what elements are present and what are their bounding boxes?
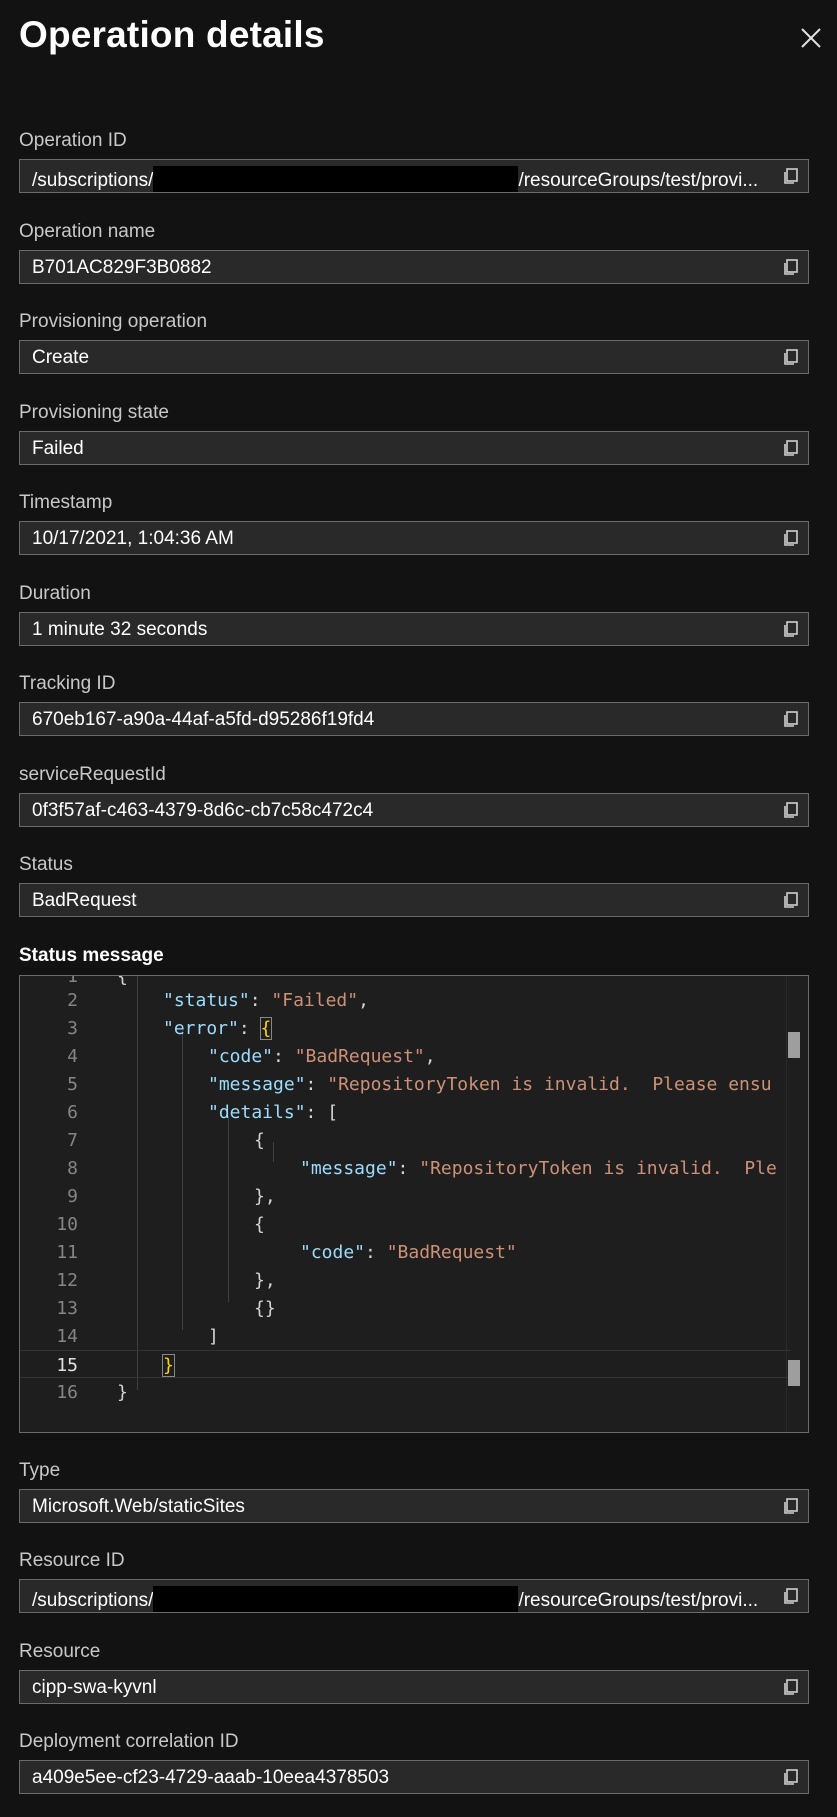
copy-icon[interactable] [781,1677,801,1697]
code-line: 2 "status": "Failed", [67,990,369,1011]
provisioning-state-field[interactable]: Failed [19,431,809,465]
duration-field[interactable]: 1 minute 32 seconds [19,612,809,646]
status-label: Status [19,854,73,875]
type-value: Microsoft.Web/staticSites [32,1496,245,1517]
copy-icon[interactable] [781,619,801,639]
operation-id-label: Operation ID [19,130,127,151]
status-message-editor[interactable]: 1 { 2 "status": "Failed", 3 "error": { 4… [19,975,809,1433]
copy-icon[interactable] [781,347,801,367]
page-title: Operation details [19,14,325,55]
status-field[interactable]: BadRequest [19,883,809,917]
cursor-position-marker [788,1360,800,1386]
copy-icon[interactable] [781,709,801,729]
code-line: 8 "message": "RepositoryToken is invalid… [67,1158,777,1179]
timestamp-value: 10/17/2021, 1:04:36 AM [32,528,234,549]
tracking-id-label: Tracking ID [19,673,116,694]
tracking-id-field[interactable]: 670eb167-a90a-44af-a5fd-d95286f19fd4 [19,702,809,736]
close-icon[interactable] [797,24,825,52]
service-request-id-value: 0f3f57af-c463-4379-8d6c-cb7c58c472c4 [32,800,374,821]
code-line: 4 "code": "BadRequest", [67,1046,436,1067]
tracking-id-value: 670eb167-a90a-44af-a5fd-d95286f19fd4 [32,709,375,730]
redacted-block [153,166,519,192]
operation-name-value: B701AC829F3B0882 [32,257,212,278]
copy-icon[interactable] [781,166,801,186]
service-request-id-label: serviceRequestId [19,764,166,785]
operation-name-label: Operation name [19,221,156,242]
timestamp-label: Timestamp [19,492,113,513]
duration-value: 1 minute 32 seconds [32,619,208,640]
code-line: 14 ] [56,1326,219,1347]
code-line: 10 { [56,1214,265,1235]
provisioning-operation-value: Create [32,347,90,368]
type-field[interactable]: Microsoft.Web/staticSites [19,1489,809,1523]
service-request-id-field[interactable]: 0f3f57af-c463-4379-8d6c-cb7c58c472c4 [19,793,809,827]
resource-id-value: /subscriptions//resourceGroups/test/prov… [32,1586,758,1612]
copy-icon[interactable] [781,1767,801,1787]
copy-icon[interactable] [781,800,801,820]
deployment-correlation-id-value: a409e5ee-cf23-4729-aaab-10eea4378503 [32,1767,390,1788]
copy-icon[interactable] [781,438,801,458]
copy-icon[interactable] [781,257,801,277]
status-message-label: Status message [19,945,164,966]
code-line: 9 }, [67,1186,276,1207]
provisioning-operation-label: Provisioning operation [19,311,208,332]
resource-label: Resource [19,1641,101,1662]
provisioning-state-value: Failed [32,438,84,459]
deployment-correlation-id-label: Deployment correlation ID [19,1731,239,1752]
resource-field[interactable]: cipp-swa-kyvnl [19,1670,809,1704]
operation-id-field[interactable]: /subscriptions//resourceGroups/test/prov… [19,159,809,193]
operation-details-panel: Operation details Operation ID /subscrip… [0,0,837,1817]
copy-icon[interactable] [781,1586,801,1606]
code-line: 11 "code": "BadRequest" [56,1242,517,1263]
code-line: 6 "details": [ [67,1102,339,1123]
resource-value: cipp-swa-kyvnl [32,1677,157,1698]
copy-icon[interactable] [781,890,801,910]
provisioning-state-label: Provisioning state [19,402,169,423]
code-line: 13 {} [56,1298,276,1319]
provisioning-operation-field[interactable]: Create [19,340,809,374]
code-line: 7 { [67,1130,265,1151]
code-line-current: 15 } [20,1350,790,1378]
status-value: BadRequest [32,890,137,911]
code-line: 16 } [56,1382,128,1403]
code-line: 12 }, [56,1270,276,1291]
code-line: 5 "message": "RepositoryToken is invalid… [67,1074,772,1095]
type-label: Type [19,1460,61,1481]
scrollbar-thumb[interactable] [788,1032,800,1058]
copy-icon[interactable] [781,528,801,548]
duration-label: Duration [19,583,91,604]
resource-id-field[interactable]: /subscriptions//resourceGroups/test/prov… [19,1579,809,1613]
redacted-block [153,1586,519,1612]
resource-id-label: Resource ID [19,1550,125,1571]
copy-icon[interactable] [781,1496,801,1516]
code-line: 3 "error": { [67,1017,273,1040]
operation-name-field[interactable]: B701AC829F3B0882 [19,250,809,284]
deployment-correlation-id-field[interactable]: a409e5ee-cf23-4729-aaab-10eea4378503 [19,1760,809,1794]
timestamp-field[interactable]: 10/17/2021, 1:04:36 AM [19,521,809,555]
operation-id-value: /subscriptions//resourceGroups/test/prov… [32,166,758,192]
